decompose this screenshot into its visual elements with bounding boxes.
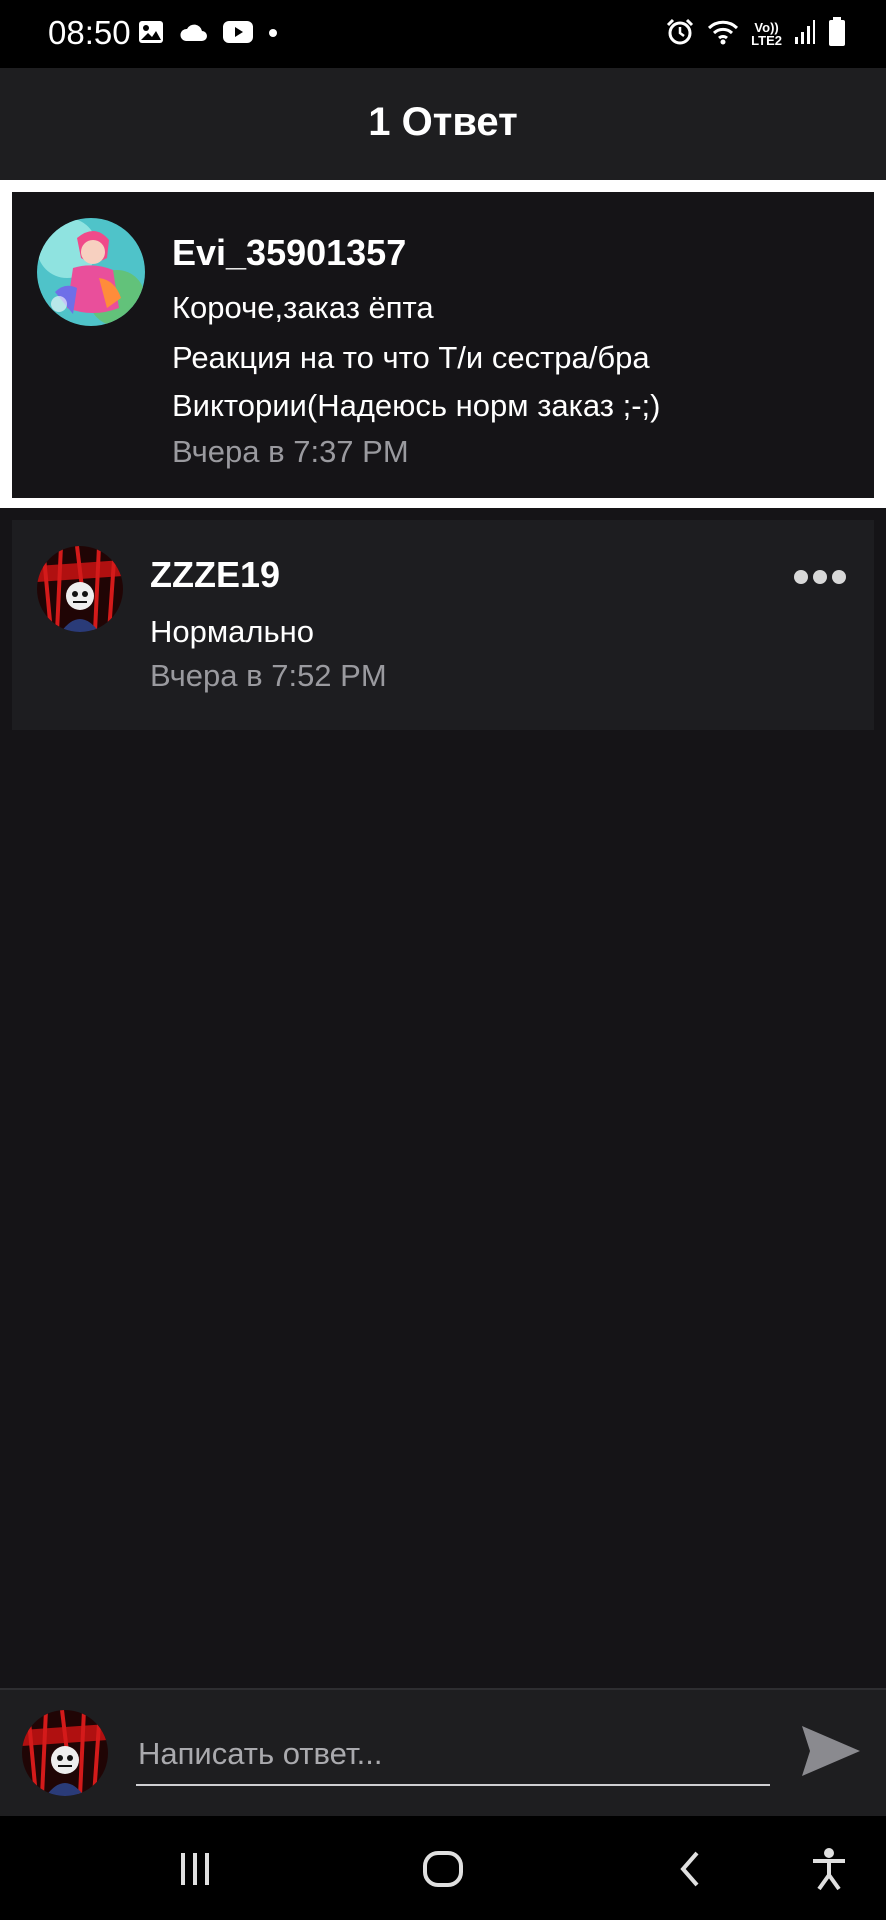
system-nav-bar xyxy=(0,1816,886,1920)
comment-text-line: Короче,заказ ёпта xyxy=(172,290,434,325)
send-icon xyxy=(798,1726,864,1788)
timestamp: Вчера в 7:37 PM xyxy=(172,434,409,469)
comment-text-line: Виктории(Надеюсь норм заказ ;-;) xyxy=(172,388,661,423)
status-time: 08:50 xyxy=(48,14,131,51)
original-comment: Evi_35901357 Короче,заказ ёпта Реакция н… xyxy=(12,192,874,498)
alarm-icon xyxy=(665,17,695,52)
page-title: 1 Ответ xyxy=(368,100,518,144)
header: 1 Ответ xyxy=(0,68,886,180)
youtube-icon xyxy=(222,20,254,49)
back-button[interactable] xyxy=(666,1846,716,1896)
more-options-icon[interactable] xyxy=(794,570,846,584)
accessibility-button[interactable] xyxy=(804,1846,854,1896)
home-button[interactable] xyxy=(418,1846,468,1896)
avatar xyxy=(22,1710,108,1796)
network-type-label: Vo)) LTE2 xyxy=(751,20,782,48)
dot-icon xyxy=(268,25,278,43)
home-icon xyxy=(421,1847,465,1896)
reply-item: ZZZE19 Нормально Вчера в 7:52 PM xyxy=(12,520,874,730)
accessibility-icon xyxy=(809,1847,849,1896)
cloud-icon xyxy=(178,22,208,47)
status-right-icons: Vo)) LTE2 xyxy=(665,16,846,52)
reply-input[interactable]: Написать ответ... xyxy=(136,1730,770,1786)
recent-apps-button[interactable] xyxy=(170,1846,220,1896)
avatar[interactable] xyxy=(37,546,123,632)
username[interactable]: Evi_35901357 xyxy=(172,232,406,274)
send-button[interactable] xyxy=(798,1718,864,1784)
username[interactable]: ZZZE19 xyxy=(150,554,280,596)
reply-text: Нормально xyxy=(150,614,315,649)
status-left-icons xyxy=(138,18,278,50)
recent-apps-icon xyxy=(175,1849,215,1894)
reply-composer: Написать ответ... xyxy=(0,1688,886,1816)
back-icon xyxy=(671,1849,711,1894)
gallery-icon xyxy=(138,20,164,49)
comment-text-line: Реакция на то что Т/и сестра/бра xyxy=(172,340,650,375)
wifi-icon xyxy=(707,18,739,51)
avatar[interactable] xyxy=(37,218,145,326)
signal-icon xyxy=(794,19,816,50)
status-bar: 08:50 Vo)) LTE2 xyxy=(0,0,886,68)
timestamp: Вчера в 7:52 PM xyxy=(150,658,387,693)
battery-icon xyxy=(828,16,846,52)
